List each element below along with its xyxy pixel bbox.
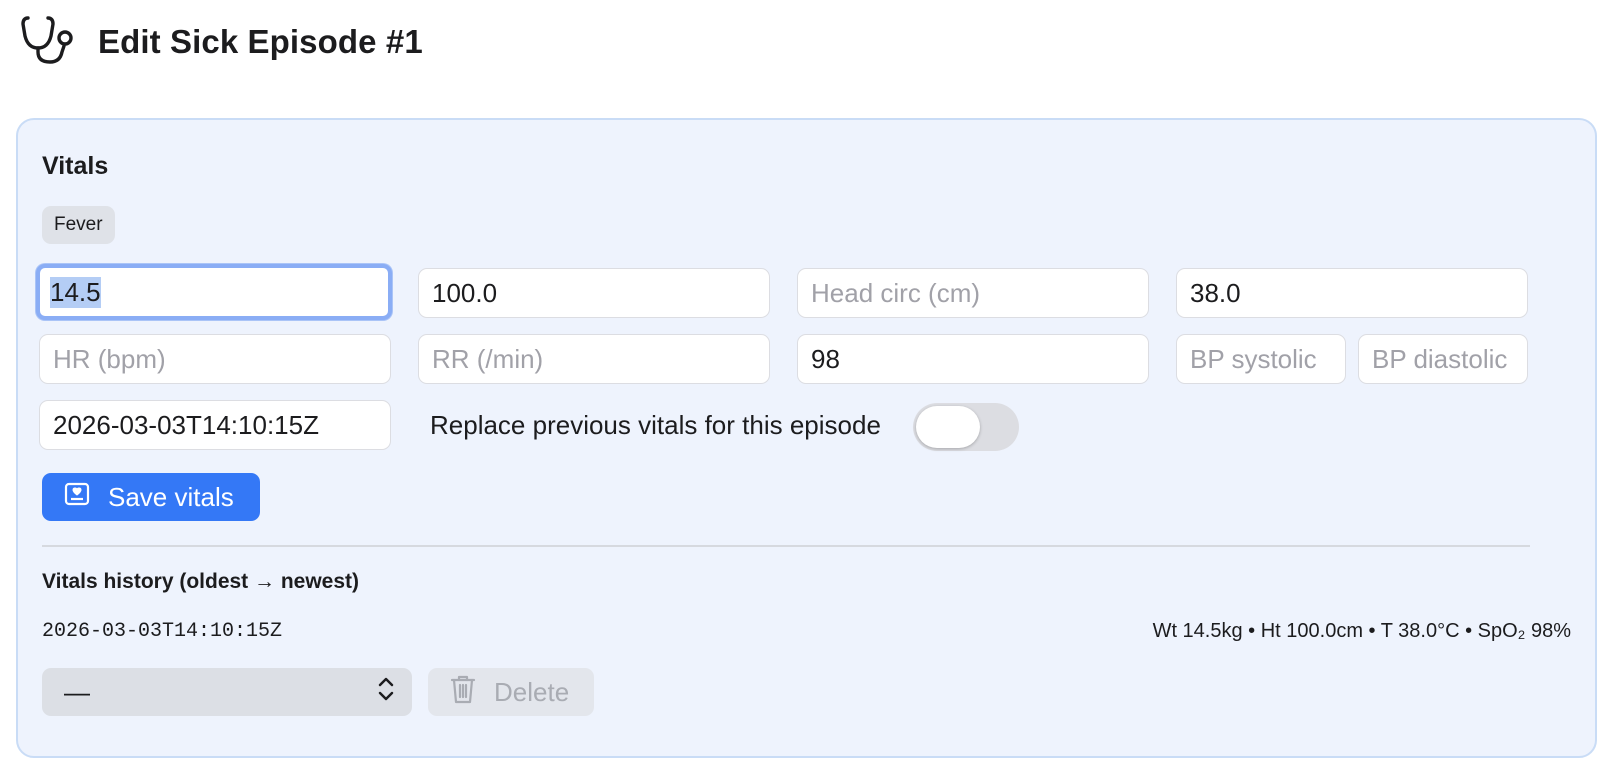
stethoscope-icon	[20, 14, 78, 71]
save-vitals-button[interactable]: Save vitals	[42, 473, 260, 521]
vitals-card: Vitals Fever 14.5 Replace previous vital…	[16, 118, 1597, 758]
save-vitals-label: Save vitals	[108, 481, 234, 512]
history-entry-time: 2026-03-03T14:10:15Z	[42, 620, 283, 643]
spo2-input[interactable]	[797, 334, 1149, 384]
history-title: Vitals history (oldest → newest)	[42, 570, 360, 593]
weight-value: 14.5	[50, 276, 101, 308]
page-title: Edit Sick Episode #1	[98, 23, 423, 60]
toggle-knob	[916, 406, 980, 448]
bp-systolic-input[interactable]	[1176, 334, 1346, 384]
bp-diastolic-input[interactable]	[1358, 334, 1528, 384]
weight-input[interactable]: 14.5	[36, 264, 392, 320]
height-input[interactable]	[418, 268, 770, 318]
delete-button[interactable]: Delete	[428, 668, 594, 716]
hr-input[interactable]	[39, 334, 391, 384]
head-circ-input[interactable]	[797, 268, 1149, 318]
chevron-up-down-icon	[376, 675, 396, 710]
temperature-input[interactable]	[1176, 268, 1528, 318]
replace-vitals-toggle[interactable]	[913, 403, 1019, 451]
trash-icon	[450, 674, 476, 711]
replace-toggle-label: Replace previous vitals for this episode	[430, 410, 881, 440]
history-entry-summary: Wt 14.5kg • Ht 100.0cm • T 38.0°C • SpO₂…	[1152, 620, 1571, 642]
vitals-card-icon	[64, 481, 90, 514]
vitals-section-title: Vitals	[42, 152, 109, 180]
history-select[interactable]: —	[42, 668, 412, 716]
section-divider	[42, 545, 1530, 547]
delete-label: Delete	[494, 676, 570, 707]
timestamp-input[interactable]	[39, 400, 391, 450]
page-header: Edit Sick Episode #1	[20, 14, 423, 70]
history-select-value: —	[64, 676, 90, 707]
rr-input[interactable]	[418, 334, 770, 384]
fever-tag: Fever	[42, 206, 115, 244]
